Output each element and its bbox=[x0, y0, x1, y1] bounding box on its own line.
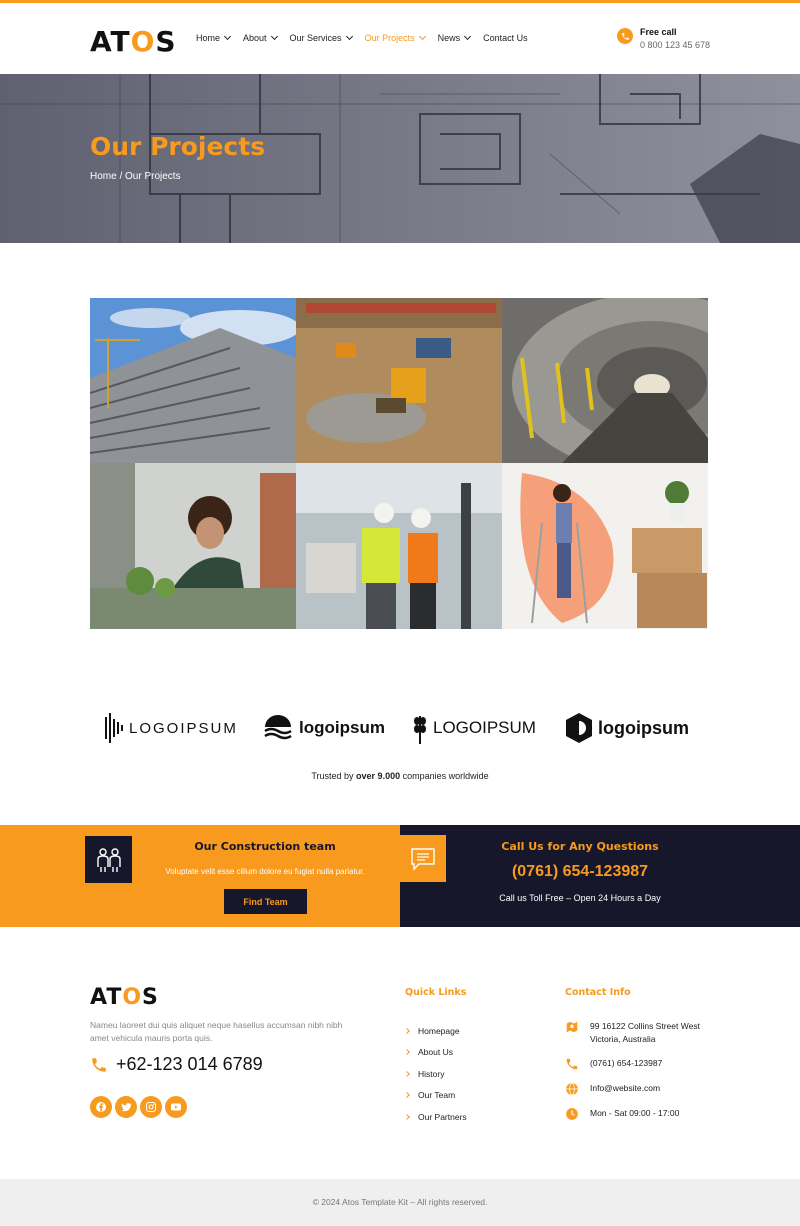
nav-our-projects[interactable]: Our Projects bbox=[365, 32, 426, 43]
call-cta-subtitle: Call us Toll Free – Open 24 Hours a Day bbox=[499, 893, 661, 903]
trusted-by-text: Trusted by over 9.000 companies worldwid… bbox=[311, 771, 489, 781]
phone-icon bbox=[617, 28, 633, 44]
facebook-icon[interactable] bbox=[90, 1096, 112, 1118]
team-cta-title: Our Construction team bbox=[194, 840, 336, 853]
architect-model-image[interactable] bbox=[90, 463, 296, 629]
breadcrumb: Home / Our Projects bbox=[90, 171, 181, 182]
call-title: Free call bbox=[640, 27, 677, 37]
contact-phone[interactable]: (0761) 654-123987 bbox=[565, 1057, 715, 1082]
instagram-icon[interactable] bbox=[140, 1096, 162, 1118]
page-hero: Our Projects Home / Our Projects bbox=[0, 74, 800, 243]
footer-phone[interactable]: +62-123 014 6789 bbox=[90, 1054, 263, 1075]
contact-info-title: Contact Info bbox=[565, 987, 631, 998]
chevron-down-icon bbox=[464, 32, 472, 41]
wheat-icon bbox=[414, 716, 426, 744]
chevron-down-icon bbox=[270, 32, 278, 41]
call-cta-number[interactable]: (0761) 654-123987 bbox=[450, 863, 710, 881]
map-icon bbox=[566, 1021, 578, 1033]
partner-logo-2[interactable]: logoipsum bbox=[263, 705, 385, 751]
excavation-site-image[interactable] bbox=[296, 298, 502, 463]
chat-icon bbox=[400, 835, 446, 882]
building-construction-image[interactable] bbox=[90, 298, 296, 463]
chevron-right-icon bbox=[404, 1049, 410, 1056]
clock-icon bbox=[566, 1108, 578, 1120]
copyright-bar: © 2024 Atos Template Kit – All rights re… bbox=[0, 1179, 800, 1226]
quick-link-homepage[interactable]: Homepage bbox=[404, 1020, 467, 1042]
chevron-right-icon bbox=[404, 1092, 410, 1099]
quick-link-our-team[interactable]: Our Team bbox=[404, 1085, 467, 1107]
copyright-text: © 2024 Atos Template Kit – All rights re… bbox=[312, 1197, 488, 1207]
chevron-right-icon bbox=[404, 1027, 410, 1034]
call-cta: Call Us for Any Questions (0761) 654-123… bbox=[400, 825, 800, 927]
partner-logo-1[interactable]: LOGOIPSUM bbox=[105, 705, 238, 751]
free-call[interactable]: Free call 0 800 123 45 678 bbox=[617, 27, 710, 50]
quick-link-our-partners[interactable]: Our Partners bbox=[404, 1106, 467, 1128]
nav-contact-us[interactable]: Contact Us bbox=[483, 33, 528, 43]
partner-logo-4[interactable]: logoipsum bbox=[566, 705, 689, 751]
footer-logo[interactable]: ATOS bbox=[90, 985, 159, 1010]
footer-description: Nameu laoreet dui quis aliquet neque has… bbox=[90, 1020, 343, 1043]
find-team-button[interactable]: Find Team bbox=[224, 889, 307, 914]
quick-link-history[interactable]: History bbox=[404, 1063, 467, 1085]
nav-our-services[interactable]: Our Services bbox=[290, 32, 353, 43]
quick-links-title: Quick Links bbox=[405, 987, 467, 998]
hexagon-icon bbox=[566, 713, 592, 743]
quick-link-about-us[interactable]: About Us bbox=[404, 1042, 467, 1064]
contact-address: 99 16122 Collins Street West Victoria, A… bbox=[565, 1020, 715, 1057]
team-cta: Our Construction team Voluptate velit es… bbox=[0, 825, 400, 927]
barcode-icon bbox=[105, 713, 123, 743]
chevron-right-icon bbox=[404, 1113, 410, 1120]
youtube-icon[interactable] bbox=[165, 1096, 187, 1118]
phone-icon bbox=[566, 1058, 578, 1070]
call-number: 0 800 123 45 678 bbox=[640, 40, 711, 50]
nav-about[interactable]: About bbox=[243, 32, 278, 43]
call-cta-title: Call Us for Any Questions bbox=[501, 840, 659, 853]
chevron-right-icon bbox=[404, 1070, 410, 1077]
contact-hours: Mon - Sat 09:00 - 17:00 bbox=[565, 1107, 715, 1132]
partner-logos: LOGOIPSUM logoipsum LOGOIPSUM logoipsum bbox=[90, 705, 708, 751]
main-nav: Home About Our Services Our Projects New… bbox=[196, 32, 541, 43]
painting-wall-image[interactable] bbox=[502, 463, 708, 629]
nav-news[interactable]: News bbox=[438, 32, 472, 43]
chevron-down-icon bbox=[418, 32, 426, 41]
site-logo[interactable]: ATOS bbox=[90, 25, 177, 58]
social-links bbox=[90, 1096, 187, 1118]
chevron-down-icon bbox=[345, 32, 353, 41]
engineers-site-image[interactable] bbox=[296, 463, 502, 629]
waves-icon bbox=[264, 715, 292, 740]
page-title: Our Projects bbox=[90, 132, 266, 161]
nav-home[interactable]: Home bbox=[196, 32, 232, 43]
team-cta-subtitle: Voluptate velit esse cillum dolore eu fu… bbox=[165, 867, 365, 876]
globe-icon bbox=[566, 1082, 578, 1096]
quick-links: Homepage About Us History Our Team Our P… bbox=[404, 1020, 467, 1128]
contact-info: 99 16122 Collins Street West Victoria, A… bbox=[565, 1020, 715, 1132]
tunnel-image[interactable] bbox=[502, 298, 708, 463]
phone-icon bbox=[92, 1057, 106, 1072]
twitter-icon[interactable] bbox=[115, 1096, 137, 1118]
projects-gallery bbox=[90, 298, 708, 629]
partner-logo-3[interactable]: LOGOIPSUM bbox=[413, 705, 536, 751]
contact-email[interactable]: Info@website.com bbox=[565, 1082, 715, 1107]
chevron-down-icon bbox=[223, 32, 232, 41]
team-icon bbox=[85, 836, 132, 883]
site-header: ATOS Home About Our Services Our Project… bbox=[0, 3, 800, 74]
